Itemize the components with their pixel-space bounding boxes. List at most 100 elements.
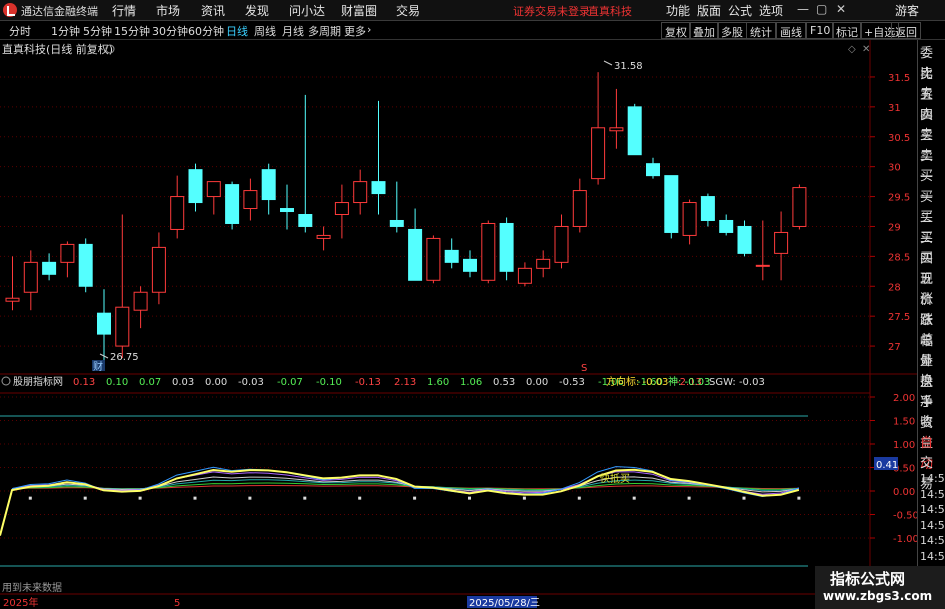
candle[interactable] [298,214,313,227]
candle[interactable] [719,219,734,233]
candle[interactable] [408,228,423,281]
candle[interactable] [463,258,477,272]
candle[interactable] [42,261,57,275]
candle[interactable] [261,169,276,201]
fast-cross-label: 快抵买 [600,472,630,485]
tool-mark[interactable]: 标记 [832,22,862,39]
tool-f10[interactable]: F10 [806,22,835,39]
candle[interactable] [334,202,349,216]
candle[interactable] [78,243,93,287]
tool-adjust[interactable]: 复权 [661,22,691,39]
candle[interactable] [206,181,221,198]
minimize-icon[interactable]: — [797,2,809,16]
price-tick-label: 31 [888,103,901,114]
tab-period-60min[interactable]: 60分钟 [188,23,224,39]
menu-item-quotes[interactable]: 行情 [112,2,136,19]
tab-period-more[interactable]: 更多 [344,23,366,39]
tab-period-daily[interactable]: 日线 [226,23,248,39]
period-toolbar: 分时 1分钟 5分钟 15分钟 30分钟 60分钟 日线 周线 月线 多周期 更… [0,21,945,40]
candle[interactable] [243,190,258,210]
login-warning[interactable]: 证券交易未登录 [513,3,590,19]
candle[interactable] [481,222,496,281]
indicator-dot [193,496,197,500]
tab-period-weekly[interactable]: 周线 [254,23,276,39]
menu-function[interactable]: 功能 [666,2,690,19]
right-panel-item[interactable]: 14:56 [920,487,945,502]
candle[interactable] [627,106,642,156]
menu-layout[interactable]: 版面 [697,2,721,19]
candle[interactable] [60,243,75,263]
indicator-name[interactable]: 股朋指标网 [13,375,63,388]
guest-label[interactable]: 游客 [895,2,919,19]
tab-period-multi[interactable]: 多周期 [308,23,341,39]
price-tick-label: 27.5 [888,312,910,323]
close-icon[interactable]: ✕ [836,2,846,16]
candle[interactable] [115,306,130,347]
right-panel-item[interactable]: 14:56 [920,549,945,564]
candle[interactable] [97,312,111,335]
tool-draw[interactable]: 画线 [776,22,806,39]
candle[interactable] [755,264,770,267]
menu-item-ask[interactable]: 问小达 [289,2,325,19]
candle[interactable] [389,219,404,227]
candle[interactable] [554,225,569,263]
candle[interactable] [646,163,660,177]
chevron-right-icon[interactable]: › [367,23,371,36]
tool-back[interactable]: 返回 [891,22,921,39]
candle[interactable] [682,202,697,236]
tab-period-5min[interactable]: 5分钟 [83,23,112,39]
diamond-icon[interactable]: ◇ [848,44,856,55]
menu-item-trade[interactable]: 交易 [396,2,420,19]
candle[interactable] [591,127,606,180]
candle[interactable] [280,208,294,213]
tab-period-1min[interactable]: 1分钟 [51,23,80,39]
right-panel-item[interactable]: 14:56 [920,502,945,517]
indicator-value: 0.53 [493,377,515,388]
tab-period-monthly[interactable]: 月线 [282,23,304,39]
menu-item-wealth[interactable]: 财富圈 [341,2,377,19]
candle[interactable] [737,225,752,254]
menu-item-news[interactable]: 资讯 [201,2,225,19]
candle[interactable] [353,181,368,204]
candle[interactable] [774,231,789,254]
indicator-value: -0.53 [559,377,585,388]
candle[interactable] [188,169,203,204]
menu-formula[interactable]: 公式 [728,2,752,19]
menu-item-market[interactable]: 市场 [156,2,180,19]
menu-options[interactable]: 选项 [759,2,783,19]
candle[interactable] [536,258,551,269]
candle[interactable] [426,237,441,281]
restore-icon[interactable]: ▢ [816,2,827,16]
tab-period-intraday[interactable]: 分时 [9,23,31,39]
candle[interactable] [133,291,148,311]
candle[interactable] [316,234,331,239]
indicator-value: -0.07 [277,377,303,388]
fin-marker[interactable]: 财 [93,360,103,373]
right-panel-item[interactable]: 14:56 [920,533,945,548]
tool-multistock[interactable]: 多股 [717,22,747,39]
right-panel-item[interactable]: 14:56 [920,471,945,486]
candle[interactable] [517,267,532,284]
candle[interactable] [700,196,715,221]
close-pane-icon[interactable]: ✕ [862,44,870,55]
menu-item-discover[interactable]: 发现 [245,2,269,19]
candle[interactable] [444,249,459,263]
chart-svg[interactable]: 直真科技(日线 前复权) ◇ ✕ 31.5 31 30.5 30 29.5 29 28.5 2… [0,40,919,609]
indicator-tick-label: 1.00 [893,440,915,451]
tab-period-30min[interactable]: 30分钟 [152,23,188,39]
candle[interactable] [371,181,386,195]
candle[interactable] [151,246,166,293]
candle[interactable] [572,190,587,227]
candle[interactable] [5,297,20,302]
candle[interactable] [792,187,807,227]
candle[interactable] [499,222,514,272]
candle[interactable] [23,261,38,293]
tool-stats[interactable]: 统计 [746,22,776,39]
candle[interactable] [609,127,624,132]
right-panel-item[interactable]: 14:56 [920,518,945,533]
candle[interactable] [170,196,185,230]
tab-period-15min[interactable]: 15分钟 [114,23,150,39]
candle[interactable] [664,175,679,233]
tool-overlay[interactable]: 叠加 [689,22,719,39]
candle[interactable] [225,184,240,224]
